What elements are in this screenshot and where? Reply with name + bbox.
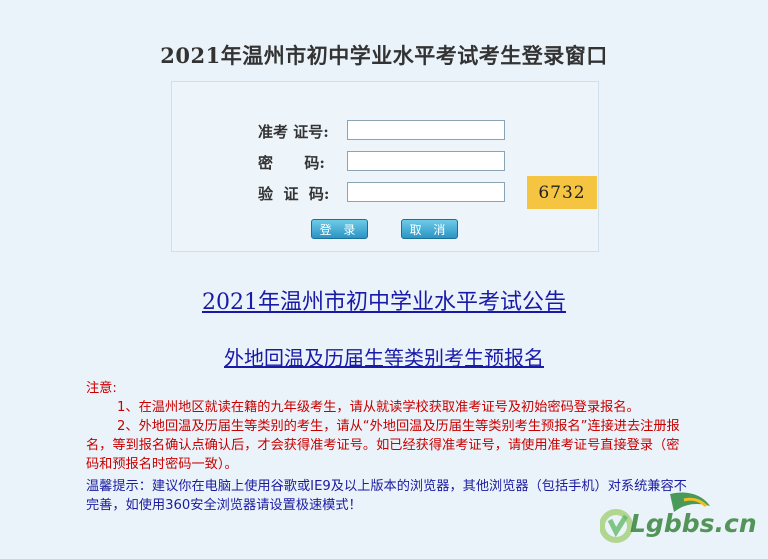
captcha-input[interactable] — [347, 182, 505, 202]
password-label: 密 码: — [258, 154, 325, 172]
announcement-link[interactable]: 2021年温州市初中学业水平考试公告 — [0, 284, 768, 316]
page-title: 2021年温州市初中学业水平考试考生登录窗口 — [160, 43, 608, 68]
exam-id-label: 准考 证号: — [258, 123, 329, 141]
cancel-button[interactable]: 取 消 — [401, 219, 458, 239]
exam-id-input[interactable] — [347, 120, 505, 140]
notice-item-1: 1、在温州地区就读在籍的九年级考生，请从就读学校获取准考证号及初始密码登录报名。 — [117, 400, 640, 415]
pre-registration-link[interactable]: 外地回温及历届生等类别考生预报名 — [0, 342, 768, 371]
watermark-logo: Lgbbs.cn — [599, 486, 768, 555]
password-input[interactable] — [347, 151, 505, 171]
login-button[interactable]: 登 录 — [311, 219, 368, 239]
notice-heading: 注意: — [86, 381, 117, 396]
notice-tip: 温馨提示：建议你在电脑上使用谷歌或IE9及以上版本的浏览器，其他浏览器（包括手机… — [86, 479, 687, 513]
watermark-text: Lgbbs.cn — [630, 509, 757, 538]
notice-section: 注意: 1、在温州地区就读在籍的九年级考生，请从就读学校获取准考证号及初始密码登… — [86, 379, 688, 515]
login-form: 准考 证号: 密 码: 验 证 码: 6732 登 录 取 消 — [171, 81, 599, 252]
notice-item-2: 2、外地回温及历届生等类别的考生，请从“外地回温及历届生等类别考生预报名”连接进… — [86, 419, 680, 472]
captcha-image[interactable]: 6732 — [527, 176, 597, 209]
captcha-label: 验 证 码: — [258, 185, 330, 203]
